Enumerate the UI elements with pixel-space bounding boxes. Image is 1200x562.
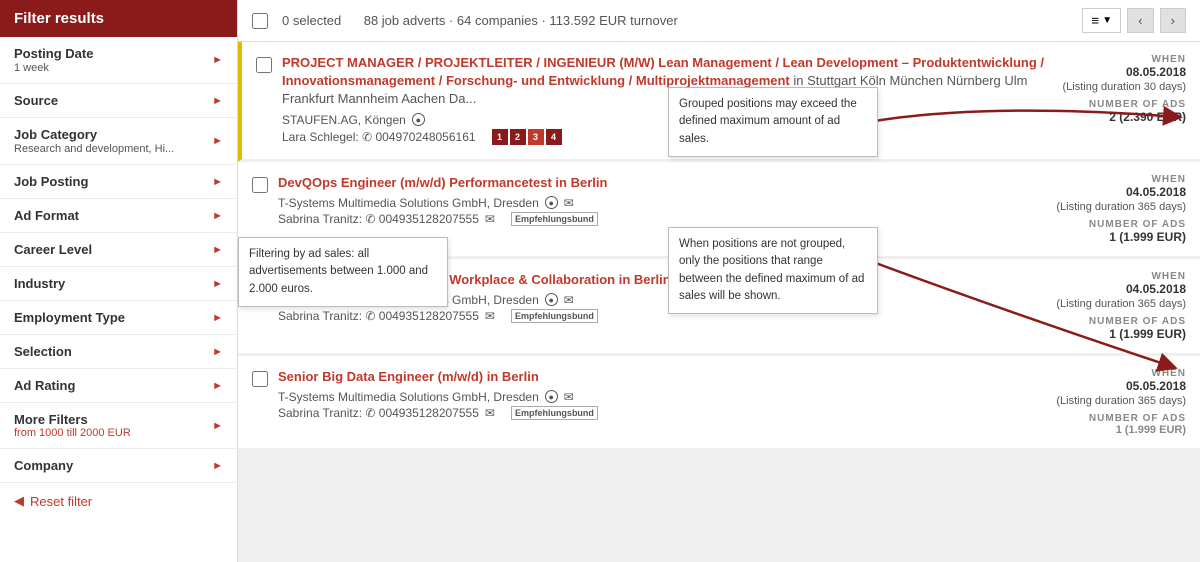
globe-icon: ● bbox=[412, 113, 425, 126]
filter-job-category[interactable]: Job Category Research and development, H… bbox=[0, 118, 237, 165]
job-card: Senior Big Data Engineer (m/w/d) in Berl… bbox=[238, 356, 1200, 451]
filter-posting-date-sub: 1 week bbox=[14, 62, 93, 74]
chevron-right-icon: ► bbox=[212, 346, 223, 358]
job-when: WHEN 05.05.2018 (Listing duration 365 da… bbox=[1056, 368, 1186, 436]
filter-career-level-label: Career Level bbox=[14, 242, 92, 257]
chevron-right-icon: ► bbox=[212, 244, 223, 256]
contact-mail-icon: ✉ bbox=[485, 406, 495, 420]
dropdown-arrow-icon: ▼ bbox=[1102, 15, 1112, 26]
sidebar-title: Filter results bbox=[0, 0, 237, 37]
menu-button[interactable]: ≡ ▼ bbox=[1082, 8, 1121, 33]
sidebar: Filter results Posting Date 1 week ► Sou… bbox=[0, 0, 238, 562]
more-filters-label: More Filters bbox=[14, 412, 131, 427]
company-name: T-Systems Multimedia Solutions GmbH, Dre… bbox=[278, 196, 539, 210]
job-checkbox[interactable] bbox=[256, 57, 272, 73]
job-checkbox[interactable] bbox=[252, 177, 268, 193]
job-content: Senior Big Data Engineer (m/w/d) in Berl… bbox=[278, 368, 1046, 436]
job-contact: Sabrina Tranitz: ✆ 004935128207555 ✉ Emp… bbox=[278, 309, 1046, 323]
filter-industry[interactable]: Industry ► Filtering by ad sales: all ad… bbox=[0, 267, 237, 301]
globe-icon: ● bbox=[545, 196, 558, 209]
globe-icon: ● bbox=[545, 390, 558, 403]
filter-ad-format-label: Ad Format bbox=[14, 208, 79, 223]
next-button[interactable]: › bbox=[1160, 8, 1186, 33]
job-meta: T-Systems Multimedia Solutions GmbH, Dre… bbox=[278, 196, 1046, 210]
menu-icon: ≡ bbox=[1091, 13, 1099, 28]
topbar-stats-text: 88 job adverts · 64 companies · 113.592 … bbox=[364, 13, 678, 28]
chevron-right-icon: ► bbox=[212, 312, 223, 324]
chevron-right-icon: ► bbox=[212, 460, 223, 472]
filter-company-label: Company bbox=[14, 458, 73, 473]
reset-filter-button[interactable]: ◀ Reset filter bbox=[0, 483, 237, 519]
more-filters-sub: from 1000 till 2000 EUR bbox=[14, 427, 131, 439]
filter-posting-date[interactable]: Posting Date 1 week ► bbox=[0, 37, 237, 84]
callout-not-grouped: When positions are not grouped, only the… bbox=[668, 227, 878, 314]
chevron-right-icon: ► bbox=[212, 210, 223, 222]
next-icon: › bbox=[1171, 13, 1175, 28]
job-when: WHEN 04.05.2018 (Listing duration 365 da… bbox=[1056, 271, 1186, 341]
callout-grouped: Grouped positions may exceed the defined… bbox=[668, 87, 878, 157]
filter-more-filters[interactable]: More Filters from 1000 till 2000 EUR ► bbox=[0, 403, 237, 449]
chevron-right-icon: ► bbox=[212, 54, 223, 66]
chevron-right-icon: ► bbox=[212, 176, 223, 188]
filter-employment-type-label: Employment Type bbox=[14, 310, 125, 325]
job-title: DevQOps Engineer (m/w/d) Performancetest… bbox=[278, 174, 1046, 192]
job-meta: STAUFEN.AG, Köngen ● bbox=[282, 113, 1046, 127]
job-meta: T-Systems Multimedia Solutions GmbH, Dre… bbox=[278, 390, 1046, 404]
empfehlung-badge: Empfehlungsbund bbox=[511, 309, 598, 323]
topbar-stats: 0 selected 88 job adverts · 64 companies… bbox=[278, 13, 1072, 28]
mail-icon: ✉ bbox=[564, 390, 574, 404]
filter-industry-label: Industry bbox=[14, 276, 65, 291]
chevron-right-icon: ► bbox=[212, 135, 223, 147]
topbar-controls: ≡ ▼ ‹ › bbox=[1082, 8, 1186, 33]
empfehlung-badge: Empfehlungsbund bbox=[511, 406, 598, 420]
filter-job-posting-label: Job Posting bbox=[14, 174, 88, 189]
filter-selection-label: Selection bbox=[14, 344, 72, 359]
globe-icon: ● bbox=[545, 293, 558, 306]
job-contact: Sabrina Tranitz: ✆ 004935128207555 ✉ Emp… bbox=[278, 406, 1046, 420]
top-bar: 0 selected 88 job adverts · 64 companies… bbox=[238, 0, 1200, 42]
job-contact: Lara Schlegel: ✆ 004970248056161 1 2 3 4 bbox=[282, 129, 1046, 145]
chevron-right-icon: ► bbox=[212, 420, 223, 432]
company-name: STAUFEN.AG, Köngen bbox=[282, 113, 406, 127]
filter-job-category-label: Job Category bbox=[14, 127, 174, 142]
prev-icon: ‹ bbox=[1138, 13, 1142, 28]
filter-selection[interactable]: Selection ► bbox=[0, 335, 237, 369]
filter-career-level[interactable]: Career Level ► bbox=[0, 233, 237, 267]
job-when: WHEN 08.05.2018 (Listing duration 30 day… bbox=[1056, 54, 1186, 147]
tooltip-adfilter: Filtering by ad sales: all advertisement… bbox=[238, 237, 448, 307]
job-when: WHEN 04.05.2018 (Listing duration 365 da… bbox=[1056, 174, 1186, 244]
chevron-right-icon: ► bbox=[212, 278, 223, 290]
company-name: T-Systems Multimedia Solutions GmbH, Dre… bbox=[278, 390, 539, 404]
job-contact: Sabrina Tranitz: ✆ 004935128207555 ✉ Emp… bbox=[278, 212, 1046, 226]
chevron-right-icon: ► bbox=[212, 95, 223, 107]
reset-triangle-icon: ◀ bbox=[14, 493, 24, 509]
job-title: Senior Big Data Engineer (m/w/d) in Berl… bbox=[278, 368, 1046, 386]
reset-filter-label: Reset filter bbox=[30, 494, 92, 509]
mail-icon: ✉ bbox=[564, 196, 574, 210]
grouped-badge: 1 2 3 4 bbox=[492, 129, 562, 145]
job-content: PROJECT MANAGER / PROJEKTLEITER / INGENI… bbox=[282, 54, 1046, 147]
select-all-checkbox[interactable] bbox=[252, 13, 268, 29]
filter-employment-type[interactable]: Employment Type ► bbox=[0, 301, 237, 335]
prev-button[interactable]: ‹ bbox=[1127, 8, 1153, 33]
job-title: PROJECT MANAGER / PROJEKTLEITER / INGENI… bbox=[282, 54, 1046, 109]
filter-job-category-sub: Research and development, Hi... bbox=[14, 143, 174, 155]
filter-job-posting[interactable]: Job Posting ► bbox=[0, 165, 237, 199]
contact-mail-icon: ✉ bbox=[485, 212, 495, 226]
job-checkbox[interactable] bbox=[252, 371, 268, 387]
filter-source[interactable]: Source ► bbox=[0, 84, 237, 118]
chevron-right-icon: ► bbox=[212, 380, 223, 392]
filter-posting-date-label: Posting Date bbox=[14, 46, 93, 61]
selected-count: 0 selected bbox=[282, 13, 341, 28]
filter-ad-rating-label: Ad Rating bbox=[14, 378, 75, 393]
filter-source-label: Source bbox=[14, 93, 58, 108]
filter-ad-format[interactable]: Ad Format ► bbox=[0, 199, 237, 233]
empfehlung-badge: Empfehlungsbund bbox=[511, 212, 598, 226]
filter-company[interactable]: Company ► bbox=[0, 449, 237, 483]
mail-icon: ✉ bbox=[564, 293, 574, 307]
filter-ad-rating[interactable]: Ad Rating ► bbox=[0, 369, 237, 403]
contact-mail-icon: ✉ bbox=[485, 309, 495, 323]
job-content: DevQOps Engineer (m/w/d) Performancetest… bbox=[278, 174, 1046, 244]
